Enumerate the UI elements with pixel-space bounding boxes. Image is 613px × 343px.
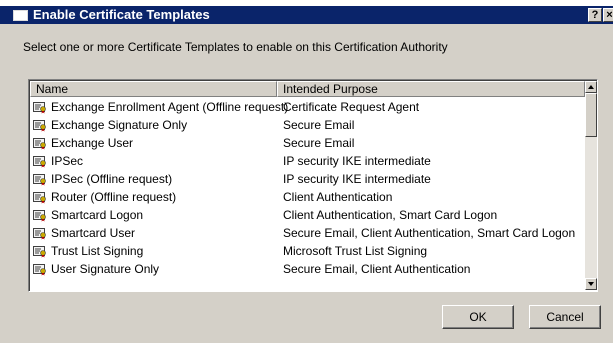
template-intended-purpose: IP security IKE intermediate <box>283 154 431 168</box>
scroll-down-arrow-icon <box>588 282 594 286</box>
template-name: Router (Offline request) <box>51 190 177 204</box>
list-item[interactable]: IPSec (Offline request) IP security IKE i… <box>30 171 585 189</box>
window-icon <box>13 10 28 21</box>
certificate-template-icon <box>33 227 47 240</box>
template-name: User Signature Only <box>51 262 160 276</box>
template-intended-purpose: Client Authentication, Smart Card Logon <box>283 208 498 222</box>
template-intended-purpose: Client Authentication <box>283 190 393 204</box>
cancel-button[interactable]: Cancel <box>529 305 601 329</box>
list-item[interactable]: Smartcard Logon Client Authentication, Sm… <box>30 207 585 225</box>
template-name: Exchange Signature Only <box>51 118 188 132</box>
help-button[interactable]: ? <box>588 8 602 22</box>
title-bar[interactable]: Enable Certificate Templates ? × <box>0 6 613 24</box>
column-header-intended-purpose[interactable]: Intended Purpose <box>277 81 585 97</box>
template-intended-purpose: Secure Email <box>283 118 355 132</box>
window-title: Enable Certificate Templates <box>33 7 210 22</box>
certificate-template-icon <box>33 209 47 222</box>
template-name: Exchange Enrollment Agent (Offline reque… <box>51 100 289 114</box>
template-intended-purpose: Microsoft Trust List Signing <box>283 244 428 258</box>
certificate-template-icon <box>33 101 47 114</box>
ok-button[interactable]: OK <box>442 305 514 329</box>
list-item[interactable]: Exchange Enrollment Agent (Offline reque… <box>30 99 585 117</box>
certificate-templates-list[interactable]: Name Intended Purpose Exchange Enrollmen… <box>28 79 598 292</box>
template-name: Smartcard Logon <box>51 208 144 222</box>
list-item[interactable]: Trust List Signing Microsoft Trust List S… <box>30 243 585 261</box>
enable-certificate-templates-dialog: Enable Certificate Templates ? × Select … <box>0 6 613 343</box>
template-name: Smartcard User <box>51 226 136 240</box>
template-name: Trust List Signing <box>51 244 144 258</box>
certificate-template-icon <box>33 191 47 204</box>
scroll-up-button[interactable] <box>585 81 597 93</box>
list-item[interactable]: Smartcard User Secure Email, Client Authe… <box>30 225 585 243</box>
list-item[interactable]: IPSec IP security IKE intermediate <box>30 153 585 171</box>
certificate-template-icon <box>33 263 47 276</box>
scroll-down-button[interactable] <box>585 278 597 290</box>
scroll-thumb[interactable] <box>585 93 597 137</box>
list-header: Name Intended Purpose <box>30 81 585 97</box>
template-intended-purpose: IP security IKE intermediate <box>283 172 431 186</box>
list-item[interactable]: Router (Offline request) Client Authentic… <box>30 189 585 207</box>
template-name: IPSec (Offline request) <box>51 172 173 186</box>
column-header-name[interactable]: Name <box>30 81 277 97</box>
template-intended-purpose: Secure Email, Client Authentication <box>283 262 471 276</box>
close-button[interactable]: × <box>603 8 613 22</box>
certificate-template-icon <box>33 155 47 168</box>
template-name: Exchange User <box>51 136 134 150</box>
vertical-scrollbar[interactable] <box>585 81 597 290</box>
list-item[interactable]: User Signature Only Secure Email, Client … <box>30 261 585 279</box>
template-intended-purpose: Secure Email <box>283 136 355 150</box>
template-name: IPSec <box>51 154 84 168</box>
certificate-template-icon <box>33 137 47 150</box>
template-intended-purpose: Secure Email, Client Authentication, Sma… <box>283 226 576 240</box>
list-item[interactable]: Exchange Signature Only Secure Email <box>30 117 585 135</box>
instruction-text: Select one or more Certificate Templates… <box>23 40 448 54</box>
certificate-template-icon <box>33 245 47 258</box>
certificate-template-icon <box>33 119 47 132</box>
template-intended-purpose: Certificate Request Agent <box>283 100 420 114</box>
certificate-template-icon <box>33 173 47 186</box>
scroll-up-arrow-icon <box>588 85 594 89</box>
list-item[interactable]: Exchange User Secure Email <box>30 135 585 153</box>
list-rows: Exchange Enrollment Agent (Offline reque… <box>30 99 585 279</box>
